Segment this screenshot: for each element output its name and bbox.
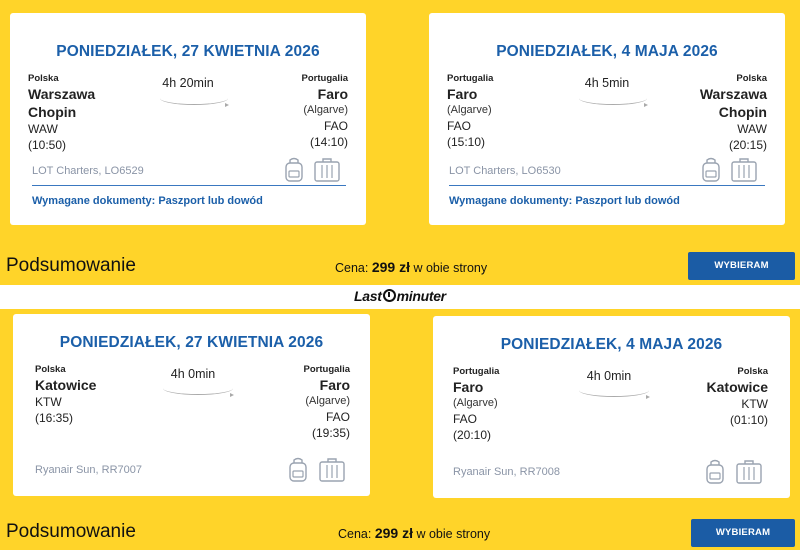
suitcase-icon (735, 459, 763, 485)
divider (449, 185, 765, 186)
arrival-airport: Portugalia Faro (Algarve) FAO (14:10) (302, 73, 348, 150)
departure-country: Polska (35, 364, 66, 375)
arrival-city: Warszawa (699, 86, 767, 102)
departure-region: (Algarve) (453, 397, 498, 409)
arrival-city: Faro (317, 86, 348, 102)
flight-duration: 4h 5min (584, 76, 630, 90)
carrier-flight-number: Ryanair Sun, RR7007 (35, 464, 143, 476)
arrival-region: (Algarve) (303, 104, 348, 116)
arrival-time: (20:15) (728, 138, 767, 152)
departure-time: (16:35) (35, 411, 74, 425)
departure-code: KTW (35, 395, 62, 409)
flight-offer: PONIEDZIAŁEK, 27 KWIETNIA 2026 Polska Wa… (0, 0, 800, 285)
backpack-icon (705, 459, 725, 485)
arrival-city: Faro (319, 377, 350, 393)
arrival-time: (01:10) (729, 413, 768, 427)
arrival-region: (Algarve) (305, 395, 350, 407)
arrival-country: Polska (736, 73, 767, 84)
arrival-airport: Polska Katowice KTW (01:10) (707, 366, 768, 428)
price-summary: Cena: 299 zł w obie strony (335, 259, 487, 275)
flight-date: PONIEDZIAŁEK, 4 MAJA 2026 (500, 336, 723, 353)
lastminuter-logo: Last minuter (354, 288, 446, 304)
required-documents: Wymagane dokumenty: Paszport lub dowód (32, 195, 263, 207)
departure-airport: Polska Warszawa Chopin WAW (10:50) (28, 73, 95, 153)
departure-time: (20:10) (453, 428, 492, 442)
departure-airport: Portugalia Faro (Algarve) FAO (20:10) (453, 366, 499, 443)
flight-offer: PONIEDZIAŁEK, 27 KWIETNIA 2026 Polska Ka… (0, 309, 800, 550)
flight-path-line (160, 97, 229, 107)
departure-city: Faro (453, 379, 484, 395)
departure-city: Warszawa (28, 86, 96, 102)
logo-text-part1: Last (354, 288, 382, 304)
departure-region: (Algarve) (447, 104, 492, 116)
departure-airport: Portugalia Faro (Algarve) FAO (15:10) (447, 73, 493, 150)
flight-duration: 4h 0min (586, 369, 632, 383)
departure-country: Polska (28, 73, 59, 84)
outbound-flight-card: PONIEDZIAŁEK, 27 KWIETNIA 2026 Polska Wa… (10, 13, 366, 225)
flight-date: PONIEDZIAŁEK, 4 MAJA 2026 (496, 43, 718, 60)
departure-city: Katowice (35, 377, 97, 393)
summary-heading: Podsumowanie (6, 255, 136, 276)
brand-strip: Last minuter (0, 285, 800, 309)
carrier-flight-number: LOT Charters, LO6529 (32, 165, 144, 177)
select-offer-button[interactable]: WYBIERAM (691, 519, 795, 547)
logo-text-part2: minuter (396, 288, 447, 304)
arrival-airport: Portugalia Faro (Algarve) FAO (19:35) (304, 364, 350, 441)
flight-path-line (579, 389, 650, 399)
arrival-time: (14:10) (309, 135, 348, 149)
select-offer-button[interactable]: WYBIERAM (688, 252, 795, 280)
flight-path-line (163, 387, 234, 397)
price-suffix: w obie strony (416, 527, 491, 541)
flight-path-line (579, 97, 648, 107)
price-label: Cena: (338, 527, 372, 541)
price-summary: Cena: 299 zł w obie strony (338, 525, 490, 541)
backpack-icon (701, 157, 721, 183)
arrival-airport: Polska Warszawa Chopin WAW (20:15) (700, 73, 767, 153)
departure-code: FAO (447, 119, 472, 133)
arrival-time: (19:35) (311, 426, 350, 440)
flight-duration: 4h 0min (170, 367, 216, 381)
departure-code: FAO (453, 412, 478, 426)
suitcase-icon (318, 457, 346, 483)
outbound-flight-card: PONIEDZIAŁEK, 27 KWIETNIA 2026 Polska Ka… (13, 314, 370, 496)
price-value: 299 zł (371, 259, 410, 275)
departure-country: Portugalia (453, 366, 500, 377)
backpack-icon (284, 157, 304, 183)
flight-duration: 4h 20min (162, 76, 214, 90)
arrival-code: WAW (737, 122, 767, 136)
price-label: Cena: (335, 261, 369, 275)
arrival-code: KTW (741, 397, 768, 411)
carrier-flight-number: LOT Charters, LO6530 (449, 165, 561, 177)
arrival-country: Portugalia (303, 364, 350, 375)
departure-time: (10:50) (28, 138, 67, 152)
arrival-country: Polska (737, 366, 768, 377)
suitcase-icon (313, 157, 341, 183)
arrival-code: FAO (325, 410, 350, 424)
flight-date: PONIEDZIAŁEK, 27 KWIETNIA 2026 (59, 334, 324, 351)
backpack-icon (288, 457, 308, 483)
return-flight-card: PONIEDZIAŁEK, 4 MAJA 2026 Portugalia Far… (429, 13, 785, 225)
suitcase-icon (730, 157, 758, 183)
clock-icon (382, 289, 396, 302)
departure-city-line2: Chopin (28, 104, 77, 120)
arrival-city-line2: Chopin (718, 104, 767, 120)
summary-heading: Podsumowanie (6, 521, 136, 542)
arrival-city: Katowice (706, 379, 768, 395)
price-value: 299 zł (374, 525, 413, 541)
departure-city: Faro (447, 86, 478, 102)
departure-country: Portugalia (447, 73, 494, 84)
departure-airport: Polska Katowice KTW (16:35) (35, 364, 96, 426)
divider (32, 185, 346, 186)
flight-date: PONIEDZIAŁEK, 27 KWIETNIA 2026 (56, 43, 320, 60)
departure-time: (15:10) (447, 135, 486, 149)
required-documents: Wymagane dokumenty: Paszport lub dowód (449, 195, 680, 207)
departure-code: WAW (28, 122, 58, 136)
carrier-flight-number: Ryanair Sun, RR7008 (453, 466, 561, 478)
return-flight-card: PONIEDZIAŁEK, 4 MAJA 2026 Portugalia Far… (433, 316, 790, 498)
arrival-country: Portugalia (301, 73, 348, 84)
price-suffix: w obie strony (413, 261, 488, 275)
arrival-code: FAO (323, 119, 348, 133)
